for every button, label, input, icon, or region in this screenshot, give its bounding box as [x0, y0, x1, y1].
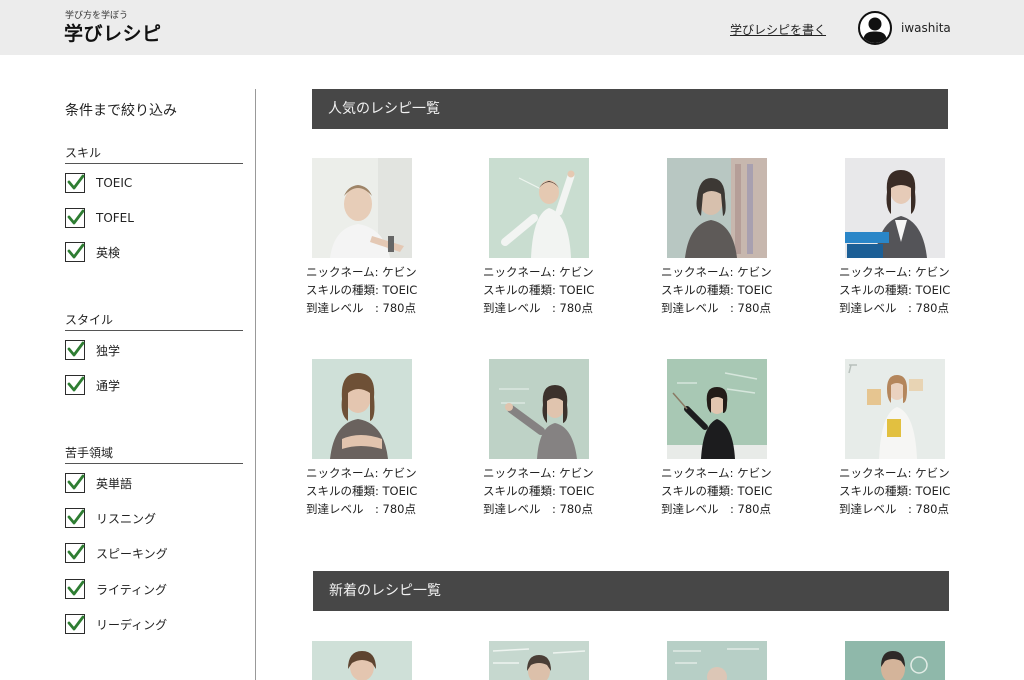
- recipe-level: 到達レベル : 780点: [661, 502, 771, 516]
- filter-checkbox-vocabulary[interactable]: 英単語: [65, 473, 132, 493]
- recipe-info: ニックネーム: ケビン スキルの種類: TOEIC 到達レベル : 780点: [483, 464, 594, 518]
- recipe-photo[interactable]: [312, 641, 412, 680]
- recipe-level: 到達レベル : 780点: [839, 301, 949, 315]
- recipe-info: ニックネーム: ケビン スキルの種類: TOEIC 到達レベル : 780点: [306, 263, 417, 317]
- filter-label: TOEIC: [96, 176, 133, 190]
- recipe-info: ニックネーム: ケビン スキルの種類: TOEIC 到達レベル : 780点: [483, 263, 594, 317]
- checkmark-icon[interactable]: [65, 508, 85, 528]
- filter-label: 独学: [96, 343, 121, 358]
- recipe-level: 到達レベル : 780点: [483, 301, 593, 315]
- recipe-skill: スキルの種類: TOEIC: [839, 283, 951, 297]
- filter-checkbox-self-study[interactable]: 独学: [65, 340, 120, 360]
- recipe-skill: スキルの種類: TOEIC: [839, 484, 951, 498]
- recipe-nickname: ニックネーム: ケビン: [661, 265, 772, 279]
- recipe-info: ニックネーム: ケビン スキルの種類: TOEIC 到達レベル : 780点: [661, 263, 772, 317]
- recipe-photo[interactable]: [312, 158, 412, 258]
- recipe-nickname: ニックネーム: ケビン: [661, 466, 772, 480]
- write-recipe-link[interactable]: 学びレシピを書く: [730, 21, 826, 38]
- recipe-nickname: ニックネーム: ケビン: [839, 466, 950, 480]
- recipe-photo[interactable]: [489, 158, 589, 258]
- popular-recipes-header: 人気のレシピ一覧: [312, 89, 948, 129]
- recipe-skill: スキルの種類: TOEIC: [306, 484, 418, 498]
- recipe-nickname: ニックネーム: ケビン: [483, 466, 594, 480]
- recipe-photo[interactable]: [845, 158, 945, 258]
- filter-checkbox-school[interactable]: 通学: [65, 375, 120, 395]
- recipe-nickname: ニックネーム: ケビン: [306, 265, 417, 279]
- recipe-level: 到達レベル : 780点: [483, 502, 593, 516]
- filter-checkbox-toeic[interactable]: TOEIC: [65, 173, 132, 193]
- filter-checkbox-listening[interactable]: リスニング: [65, 508, 156, 528]
- filter-label: リスニング: [96, 511, 157, 526]
- recipe-info: ニックネーム: ケビン スキルの種類: TOEIC 到達レベル : 780点: [839, 263, 950, 317]
- recipe-photo[interactable]: [667, 641, 767, 680]
- checkmark-icon[interactable]: [65, 375, 85, 395]
- recipe-photo[interactable]: [667, 158, 767, 258]
- checkmark-icon[interactable]: [65, 208, 85, 228]
- filter-checkbox-reading[interactable]: リーディング: [65, 614, 167, 634]
- checkmark-icon[interactable]: [65, 614, 85, 634]
- recipe-photo[interactable]: [312, 359, 412, 459]
- recipe-photo[interactable]: [489, 359, 589, 459]
- filter-label: ライティング: [96, 582, 168, 597]
- username[interactable]: iwashita: [901, 21, 951, 35]
- filter-label: TOFEL: [96, 211, 134, 225]
- recipe-skill: スキルの種類: TOEIC: [661, 283, 773, 297]
- filter-group-title-style: スタイル: [65, 311, 243, 331]
- user-avatar-icon[interactable]: [858, 11, 892, 45]
- recipe-skill: スキルの種類: TOEIC: [483, 484, 595, 498]
- recipe-photo[interactable]: [667, 359, 767, 459]
- recipe-info: ニックネーム: ケビン スキルの種類: TOEIC 到達レベル : 780点: [661, 464, 772, 518]
- filter-group-title-skill: スキル: [65, 144, 243, 164]
- recipe-level: 到達レベル : 780点: [839, 502, 949, 516]
- recipe-photo[interactable]: [845, 359, 945, 459]
- checkmark-icon[interactable]: [65, 340, 85, 360]
- checkmark-icon[interactable]: [65, 173, 85, 193]
- checkmark-icon[interactable]: [65, 543, 85, 563]
- filter-group-title-weak-area: 苦手領域: [65, 444, 243, 464]
- site-header: 学び方を学ぼう 学びレシピ 学びレシピを書く iwashita: [0, 0, 1024, 55]
- recipe-info: ニックネーム: ケビン スキルの種類: TOEIC 到達レベル : 780点: [839, 464, 950, 518]
- filter-label: スピーキング: [96, 546, 168, 561]
- recipe-level: 到達レベル : 780点: [661, 301, 771, 315]
- recipe-nickname: ニックネーム: ケビン: [306, 466, 417, 480]
- filter-label: 英単語: [96, 476, 133, 491]
- checkmark-icon[interactable]: [65, 242, 85, 262]
- recipe-skill: スキルの種類: TOEIC: [483, 283, 595, 297]
- recipe-photo[interactable]: [845, 641, 945, 680]
- recipe-nickname: ニックネーム: ケビン: [483, 265, 594, 279]
- recipe-photo[interactable]: [489, 641, 589, 680]
- recipe-info: ニックネーム: ケビン スキルの種類: TOEIC 到達レベル : 780点: [306, 464, 417, 518]
- recipe-nickname: ニックネーム: ケビン: [839, 265, 950, 279]
- filter-title: 条件まで絞り込み: [65, 103, 177, 119]
- recipe-skill: スキルの種類: TOEIC: [306, 283, 418, 297]
- filter-label: リーディング: [96, 617, 168, 632]
- filter-checkbox-writing[interactable]: ライティング: [65, 579, 167, 599]
- new-recipes-header: 新着のレシピ一覧: [313, 571, 949, 611]
- filter-checkbox-speaking[interactable]: スピーキング: [65, 543, 168, 563]
- filter-checkbox-eiken[interactable]: 英検: [65, 242, 120, 262]
- checkmark-icon[interactable]: [65, 579, 85, 599]
- recipe-skill: スキルの種類: TOEIC: [661, 484, 773, 498]
- checkmark-icon[interactable]: [65, 473, 85, 493]
- recipe-level: 到達レベル : 780点: [306, 502, 416, 516]
- site-logo[interactable]: 学びレシピ: [64, 19, 162, 46]
- filter-label: 英検: [96, 245, 121, 260]
- filter-label: 通学: [96, 378, 121, 393]
- recipe-level: 到達レベル : 780点: [306, 301, 416, 315]
- filter-checkbox-tofel[interactable]: TOFEL: [65, 208, 134, 228]
- sidebar-divider: [255, 89, 256, 680]
